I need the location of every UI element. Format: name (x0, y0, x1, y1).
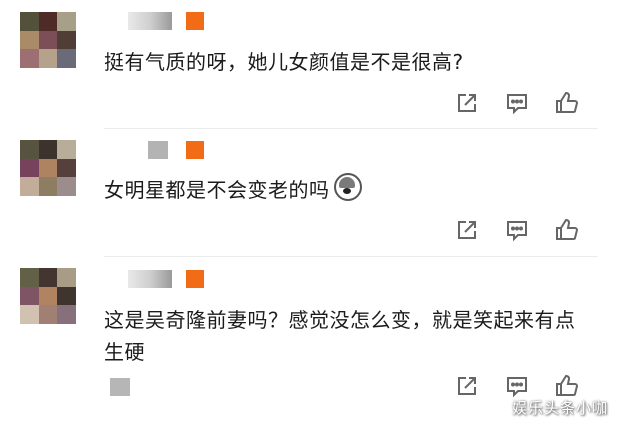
avatar-mosaic-cell (20, 140, 39, 159)
avatar[interactable] (20, 12, 76, 68)
divider (104, 128, 598, 129)
avatar-mosaic-cell (57, 305, 76, 324)
share-icon[interactable] (454, 90, 480, 116)
watermark: 娱乐头条小咖 (511, 399, 608, 417)
avatar-mosaic-cell (38, 268, 58, 287)
avatar-mosaic-cell (57, 286, 76, 306)
avatar-mosaic-cell (38, 49, 58, 68)
avatar-mosaic-cell (20, 286, 39, 306)
share-icon[interactable] (454, 217, 480, 243)
avatar-mosaic-cell (38, 158, 58, 178)
avatar-mosaic-cell (20, 268, 39, 287)
level-badge (186, 12, 204, 30)
avatar-mosaic-cell (38, 12, 58, 31)
level-badge (186, 270, 204, 288)
avatar-mosaic-cell (57, 158, 76, 178)
comment-text: 女明星都是不会变老的吗 (104, 173, 578, 206)
thumbs-up-icon[interactable] (554, 373, 580, 399)
avatar-mosaic-cell (57, 30, 76, 50)
avatar-mosaic-cell (20, 158, 39, 178)
thumbs-up-icon[interactable] (554, 217, 580, 243)
comment-icon[interactable] (504, 217, 530, 243)
level-badge (186, 141, 204, 159)
comment-text: 挺有气质的呀，她儿女颜值是不是很高? (104, 50, 464, 74)
comment-actions (454, 90, 580, 116)
comment-text: 这是吴奇隆前妻吗？感觉没怎么变，就是笑起来有点生硬 (104, 308, 576, 364)
avatar-mosaic-cell (38, 30, 58, 50)
avatar-mosaic-cell (38, 305, 58, 324)
avatar-mosaic-cell (20, 305, 39, 324)
username-blurred (128, 12, 172, 30)
divider (104, 256, 598, 257)
avatar[interactable] (20, 268, 76, 324)
avatar-mosaic-cell (20, 49, 39, 68)
avatar-mosaic-cell (57, 268, 76, 287)
avatar-mosaic-cell (38, 177, 58, 196)
avatar[interactable] (20, 140, 76, 196)
avatar-mosaic-cell (57, 140, 76, 159)
avatar-mosaic-cell (57, 49, 76, 68)
comment-icon[interactable] (504, 373, 530, 399)
share-icon[interactable] (454, 373, 480, 399)
comment-actions (454, 373, 580, 399)
avatar-mosaic-cell (20, 177, 39, 196)
comment-actions (454, 217, 580, 243)
comment-icon[interactable] (504, 90, 530, 116)
avatar-mosaic-cell (38, 140, 58, 159)
comment-text-content: 女明星都是不会变老的吗 (104, 178, 330, 202)
username[interactable] (128, 12, 204, 30)
thumbs-up-icon[interactable] (554, 90, 580, 116)
avatar-mosaic-cell (38, 286, 58, 306)
reply-info-blurred (110, 378, 130, 396)
avatar-mosaic-cell (57, 12, 76, 31)
username-blurred (148, 141, 168, 159)
avatar-mosaic-cell (20, 12, 39, 31)
username[interactable] (128, 270, 204, 288)
husky-emoji-icon (333, 173, 362, 201)
avatar-mosaic-cell (20, 30, 39, 50)
username[interactable] (128, 141, 204, 159)
avatar-mosaic-cell (57, 177, 76, 196)
username-blurred (128, 270, 172, 288)
